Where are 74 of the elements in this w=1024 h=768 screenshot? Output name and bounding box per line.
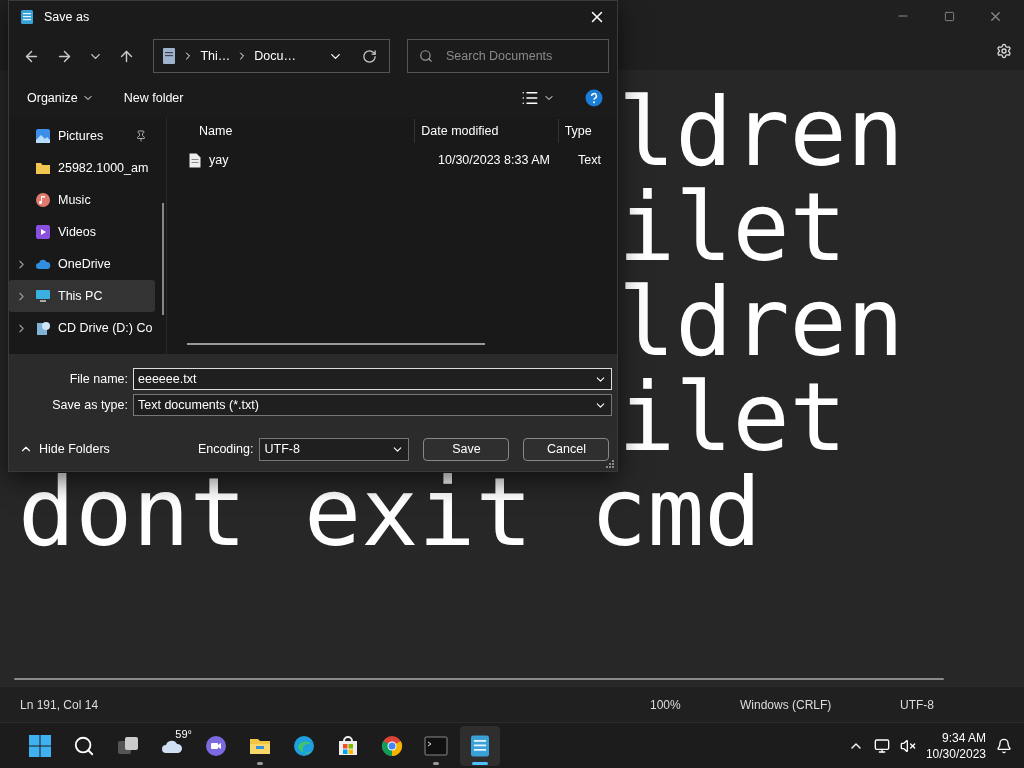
folder-tree-item[interactable]: OneDrive	[9, 248, 155, 280]
help-icon[interactable]	[585, 89, 603, 107]
line-ending: Windows (CRLF)	[739, 697, 833, 712]
file-name-label: File name:	[68, 372, 129, 386]
save-type-label: Save as type:	[51, 398, 129, 412]
folder-tree-item[interactable]: Videos	[9, 216, 155, 248]
scrollbar-thumb[interactable]	[187, 343, 485, 345]
videos-icon	[35, 224, 51, 240]
maximize-icon	[943, 10, 955, 22]
browser-icon	[292, 733, 316, 758]
encoding-label: Encoding:	[197, 442, 254, 456]
music-icon	[35, 192, 51, 208]
encoding-dropdown[interactable]: UTF-8	[259, 437, 410, 461]
breadcrumb[interactable]: Thi…	[200, 49, 231, 63]
search-icon	[419, 49, 433, 63]
breadcrumb[interactable]: Docu…	[254, 49, 296, 63]
document-icon	[162, 47, 177, 65]
search-field[interactable]: Search Documents	[407, 39, 609, 73]
cursor-position: Ln 191, Col 14	[19, 697, 100, 712]
notepad-icon	[468, 733, 492, 758]
folder-tree-item[interactable]: Music	[9, 184, 155, 216]
folder-icon	[35, 160, 51, 176]
save-type-dropdown[interactable]: Text documents (*.txt)	[133, 394, 612, 416]
clock-time: 9:34 AM	[941, 729, 986, 746]
folder-tree-item[interactable]: CD Drive (D:) Co	[9, 312, 155, 344]
zoom-level: 100%	[649, 697, 682, 712]
dialog-title: Save as	[44, 10, 90, 24]
taskbar-app[interactable]: 59°	[152, 725, 192, 766]
notepad-icon	[19, 9, 35, 25]
scrollbar-thumb[interactable]	[14, 678, 944, 680]
file-type: Text	[578, 153, 603, 167]
store-bag-icon	[336, 733, 360, 758]
editor-line: ldren	[618, 282, 904, 361]
editor-line: dont exit cmd	[18, 472, 762, 551]
column-header[interactable]: Type	[557, 119, 617, 143]
column-header[interactable]: Name	[167, 119, 415, 143]
view-menu[interactable]	[521, 89, 555, 107]
list-view-icon	[521, 89, 539, 107]
folder-tree-item[interactable]: 25982.1000_am	[9, 152, 155, 184]
pictures-icon	[35, 128, 51, 144]
editor-line: ilet	[618, 187, 847, 266]
editor-line: ldren	[618, 92, 904, 171]
save-button[interactable]: Save	[423, 437, 510, 461]
column-header[interactable]: Date modified	[414, 119, 558, 143]
folder-tree-item[interactable]: This PC	[9, 280, 155, 312]
computer-icon	[35, 288, 51, 304]
hide-folders-button[interactable]: Hide Folders	[19, 442, 110, 456]
refresh-icon	[361, 48, 377, 64]
browser-icon	[380, 733, 404, 758]
text-file-icon	[189, 152, 201, 168]
cancel-button[interactable]: Cancel	[523, 437, 610, 461]
file-name[interactable]: yay	[209, 153, 229, 167]
file-name-field[interactable]: eeeeee.txt	[133, 368, 612, 390]
search-icon	[73, 734, 95, 757]
disc-drive-icon	[35, 320, 51, 336]
folder-tree-item[interactable]: Pictures	[9, 120, 155, 152]
taskbar-app[interactable]	[460, 725, 500, 766]
scrollbar-thumb[interactable]	[162, 203, 164, 315]
temperature: 59°	[175, 727, 192, 740]
clock-date: 10/30/2023	[925, 745, 986, 762]
muted-speaker-icon[interactable]	[899, 737, 916, 754]
network-icon[interactable]	[873, 737, 890, 754]
new-folder-button[interactable]: New folder	[123, 91, 184, 105]
terminal-icon	[424, 733, 448, 758]
settings-icon[interactable]	[996, 43, 1012, 59]
notification-icon[interactable]	[996, 737, 1012, 754]
file-date: 10/30/2023 8:33 AM	[438, 153, 551, 167]
encoding-status: UTF-8	[899, 697, 935, 712]
windows-logo-icon	[28, 733, 52, 758]
editor-line: ilet	[618, 377, 847, 456]
organize-menu[interactable]: Organize	[27, 91, 94, 105]
address-bar[interactable]: Thi… Docu…	[153, 39, 390, 73]
video-chat-icon	[204, 733, 228, 758]
resize-grip-icon[interactable]	[606, 460, 614, 468]
